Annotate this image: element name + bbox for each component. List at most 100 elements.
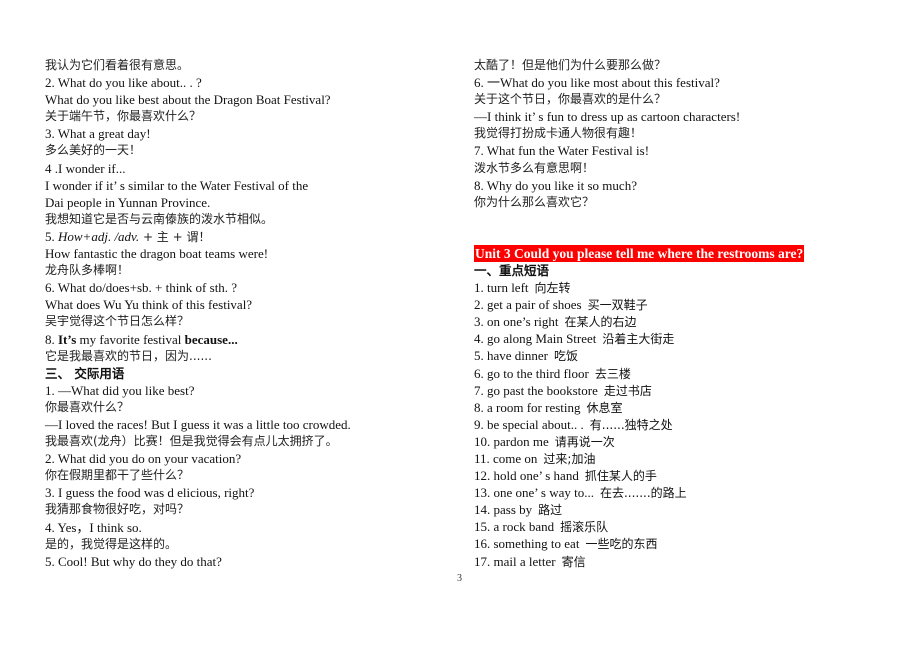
phrase-chinese: 抓住某人的手 bbox=[584, 469, 657, 484]
section-heading-key-phrases: 一、重点短语 bbox=[474, 262, 550, 278]
unit-title-line: Unit 3 Could you please tell me where th… bbox=[474, 244, 874, 262]
english-sentence: 2. What did you do on your vacation? bbox=[45, 451, 242, 467]
chinese-translation: 我猜那食物很好吃，对吗？ bbox=[45, 502, 190, 517]
phrase-list: 1. turn left 向左转 2. get a pair of shoes 买一双… bbox=[474, 279, 874, 570]
phrase-english: 13. one one’ s way to... bbox=[474, 485, 594, 501]
pattern-part: 8. bbox=[45, 331, 58, 347]
chinese-translation: 关于这个节日，你最喜欢的是什么？ bbox=[474, 92, 667, 107]
english-sentence: 1. —What did you like best? bbox=[45, 382, 195, 398]
phrase-english: 4. go along Main Street bbox=[474, 331, 597, 347]
phrase-chinese: 休息室 bbox=[586, 400, 623, 415]
phrase-item: 12. hold one’ s hand 抓住某人的手 bbox=[474, 467, 874, 484]
phrase-chinese: 在去.......的路上 bbox=[599, 486, 687, 501]
english-sentence: What do you like best about the Dragon B… bbox=[45, 92, 331, 108]
chinese-translation: 我觉得打扮成卡通人物很有趣！ bbox=[474, 126, 643, 141]
chinese-translation: 你最喜欢什么？ bbox=[45, 399, 130, 414]
phrase-english: 15. a rock band bbox=[474, 519, 555, 535]
phrase-chinese: 走过书店 bbox=[603, 383, 652, 398]
phrase-item: 4. go along Main Street 沿着主大街走 bbox=[474, 330, 874, 347]
phrase-chinese: 过来;加油 bbox=[543, 451, 596, 466]
section-heading-communication: 三、 交际用语 bbox=[45, 365, 125, 381]
english-sentence: How fantastic the dragon boat teams were… bbox=[45, 246, 269, 262]
phrase-item: 11. come on 过来;加油 bbox=[474, 450, 874, 467]
phrase-item: 7. go past the bookstore 走过书店 bbox=[474, 382, 874, 399]
phrase-item: 8. a room for resting 休息室 bbox=[474, 399, 874, 416]
chinese-translation: 我认为它们看着很有意思。 bbox=[45, 58, 190, 72]
phrase-english: 1. turn left bbox=[474, 280, 529, 296]
pattern-rest: + 主 + 谓！ bbox=[139, 229, 211, 244]
phrase-item: 17. mail a letter 寄信 bbox=[474, 553, 874, 570]
chinese-translation: 多么美好的一天！ bbox=[45, 143, 142, 158]
phrase-item: 6. go to the third floor 去三楼 bbox=[474, 365, 874, 382]
english-sentence: 6. 一What do you like most about this fes… bbox=[474, 75, 720, 91]
chinese-translation: 关于端午节，你最喜欢什么？ bbox=[45, 109, 202, 124]
pattern-italic: How+adj. /adv. bbox=[58, 228, 140, 244]
phrase-english: 10. pardon me bbox=[474, 433, 549, 449]
chinese-translation: 太酷了！但是他们为什么要那么做？ bbox=[474, 58, 667, 72]
english-sentence: 3. What a great day! bbox=[45, 126, 151, 142]
phrase-item: 15. a rock band 摇滚乐队 bbox=[474, 518, 874, 535]
phrase-english: 8. a room for resting bbox=[474, 399, 581, 415]
chinese-translation: 你为什么那么喜欢它？ bbox=[474, 194, 595, 209]
sentence-pattern: 5. How+adj. /adv. + 主 + 谓！ bbox=[45, 228, 445, 245]
english-sentence: I wonder if it’ s similar to the Water F… bbox=[45, 177, 309, 193]
unit-title: Unit 3 Could you please tell me where th… bbox=[474, 244, 805, 262]
chinese-translation: 它是我最喜欢的节日，因为...... bbox=[45, 348, 212, 363]
phrase-english: 14. pass by bbox=[474, 502, 533, 518]
english-sentence: 4. Yes，I think so. bbox=[45, 519, 142, 535]
phrase-chinese: 在某人的右边 bbox=[564, 315, 637, 330]
chinese-translation: 吴宇觉得这个节日怎么样？ bbox=[45, 314, 190, 329]
chinese-translation: 是的，我觉得是这样的。 bbox=[45, 536, 178, 551]
phrase-item: 14. pass by 路过 bbox=[474, 501, 874, 518]
phrase-chinese: 请再说一次 bbox=[554, 434, 615, 449]
left-column: 我认为它们看着很有意思。 2. What do you like about.. … bbox=[45, 57, 445, 570]
phrase-item: 16. something to eat 一些吃的东西 bbox=[474, 535, 874, 552]
phrase-chinese: 摇滚乐队 bbox=[560, 520, 609, 535]
phrase-item: 10. pardon me 请再说一次 bbox=[474, 433, 874, 450]
phrase-english: 5. have dinner bbox=[474, 348, 549, 364]
english-sentence: —I think it’ s fun to dress up as cartoo… bbox=[474, 109, 741, 125]
chinese-translation: 你在假期里都干了些什么？ bbox=[45, 468, 190, 483]
english-sentence: 3. I guess the food was d elicious, righ… bbox=[45, 485, 255, 501]
english-sentence: Dai people in Yunnan Province. bbox=[45, 194, 211, 210]
phrase-chinese: 有......独特之处 bbox=[589, 417, 673, 432]
phrase-chinese: 一些吃的东西 bbox=[585, 537, 658, 552]
english-sentence: 7. What fun the Water Festival is! bbox=[474, 143, 650, 159]
phrase-english: 6. go to the third floor bbox=[474, 365, 589, 381]
phrase-english: 7. go past the bookstore bbox=[474, 382, 598, 398]
english-sentence: 5. Cool! But why do they do that? bbox=[45, 553, 222, 569]
english-sentence: 2. What do you like about.. . ? bbox=[45, 75, 202, 91]
right-column: 太酷了！但是他们为什么要那么做？ 6. 一What do you like mos… bbox=[474, 57, 874, 570]
phrase-item: 13. one one’ s way to... 在去.......的路上 bbox=[474, 484, 874, 501]
phrase-english: 16. something to eat bbox=[474, 536, 580, 552]
phrase-english: 11. come on bbox=[474, 450, 538, 466]
phrase-chinese: 路过 bbox=[538, 503, 563, 518]
phrase-chinese: 买一双鞋子 bbox=[587, 298, 648, 313]
english-sentence: 6. What do/does+sb. + think of sth. ? bbox=[45, 280, 238, 296]
item-number: 5. bbox=[45, 228, 58, 244]
english-sentence: What does Wu Yu think of this festival? bbox=[45, 297, 253, 313]
phrase-item: 9. be special about.. . 有......独特之处 bbox=[474, 416, 874, 433]
phrase-english: 17. mail a letter bbox=[474, 553, 556, 569]
chinese-translation: 我最喜欢(龙舟）比赛！但是我觉得会有点儿太拥挤了。 bbox=[45, 434, 338, 449]
pattern-part: It’s bbox=[58, 331, 77, 347]
english-sentence: 8. Why do you like it so much? bbox=[474, 177, 637, 193]
phrase-chinese: 沿着主大街走 bbox=[602, 332, 675, 347]
phrase-item: 1. turn left 向左转 bbox=[474, 279, 874, 296]
pattern-part: because... bbox=[184, 331, 238, 347]
phrase-item: 5. have dinner 吃饭 bbox=[474, 347, 874, 364]
chinese-translation: 我想知道它是否与云南傣族的泼水节相似。 bbox=[45, 211, 274, 226]
chinese-translation: 泼水节多么有意思啊！ bbox=[474, 160, 595, 175]
phrase-chinese: 向左转 bbox=[534, 281, 571, 296]
phrase-english: 9. be special about.. . bbox=[474, 416, 584, 432]
english-sentence: 4 .I wonder if... bbox=[45, 160, 126, 176]
phrase-chinese: 去三楼 bbox=[594, 366, 631, 381]
phrase-chinese: 吃饭 bbox=[554, 349, 579, 364]
phrase-chinese: 寄信 bbox=[561, 554, 586, 569]
phrase-english: 12. hold one’ s hand bbox=[474, 468, 579, 484]
sentence-pattern: 8. It’s my favorite festival because... bbox=[45, 331, 445, 348]
dialogue-continued: 太酷了！但是他们为什么要那么做？ 6. 一What do you like mos… bbox=[474, 57, 874, 211]
chinese-translation: 龙舟队多棒啊！ bbox=[45, 263, 130, 278]
english-sentence: —I loved the races! But I guess it was a… bbox=[45, 416, 351, 432]
